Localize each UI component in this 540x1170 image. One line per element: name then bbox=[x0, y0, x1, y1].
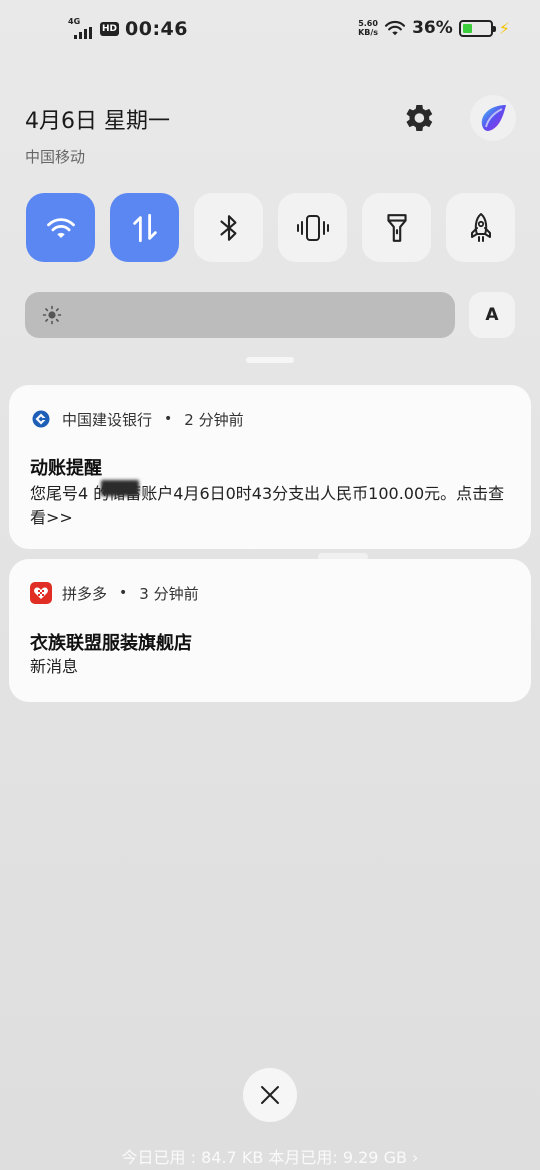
close-icon bbox=[261, 1086, 279, 1104]
brightness-slider[interactable] bbox=[25, 292, 455, 338]
tile-wifi[interactable] bbox=[26, 193, 95, 262]
notification-title: 动账提醒 bbox=[30, 458, 102, 479]
flashlight-icon bbox=[386, 213, 407, 242]
clock: 00:46 bbox=[125, 18, 188, 40]
notification-title: 衣族联盟服装旗舰店 bbox=[30, 633, 192, 654]
clear-notifications-button[interactable] bbox=[243, 1068, 297, 1122]
pinduoduo-icon bbox=[30, 582, 52, 604]
data-transfer-icon bbox=[132, 213, 157, 242]
redaction-mark bbox=[101, 480, 139, 496]
vibrate-icon bbox=[296, 214, 329, 241]
rocket-icon bbox=[470, 212, 491, 242]
separator-dot: • bbox=[119, 585, 128, 601]
tile-vibrate[interactable] bbox=[278, 193, 347, 262]
avatar-icon[interactable] bbox=[470, 95, 516, 141]
notification-app-name: 中国建设银行 bbox=[62, 410, 153, 429]
network-type: 4G bbox=[68, 17, 81, 26]
date-label: 4月6日 星期一 bbox=[25, 109, 170, 134]
battery-percent: 36% bbox=[412, 18, 453, 38]
hd-badge: HD bbox=[100, 22, 120, 36]
notification-ccb[interactable]: 中国建设银行 • 2 分钟前 动账提醒 您尾号4 的储蓄账户4月6日0时43分支… bbox=[9, 385, 531, 549]
separator-dot: • bbox=[164, 411, 173, 427]
network-speed: 5.60 KB/s bbox=[358, 19, 378, 37]
panel-drag-handle[interactable] bbox=[246, 357, 294, 363]
cellular-signal-icon: 4G bbox=[68, 17, 94, 39]
tile-flashlight[interactable] bbox=[362, 193, 431, 262]
notification-time: 2 分钟前 bbox=[184, 410, 244, 429]
ccb-bank-icon bbox=[30, 408, 52, 430]
auto-brightness-button[interactable]: A bbox=[469, 292, 515, 338]
gear-icon[interactable] bbox=[400, 100, 436, 136]
network-speed-unit: KB/s bbox=[358, 28, 379, 37]
data-usage-summary[interactable]: 今日已用 : 84.7 KB 本月已用: 9.29 GB › bbox=[0, 1144, 540, 1168]
quick-settings-tiles bbox=[26, 193, 515, 263]
tile-rocket[interactable] bbox=[446, 193, 515, 262]
sun-icon bbox=[42, 305, 62, 325]
status-bar: 4G HD 00:46 5.60 KB/s 36% ⚡ bbox=[0, 0, 540, 60]
tile-mobile-data[interactable] bbox=[110, 193, 179, 262]
carrier-label: 中国移动 bbox=[25, 148, 86, 166]
wifi-status-icon bbox=[384, 20, 406, 36]
bluetooth-icon bbox=[219, 214, 236, 241]
notification-time: 3 分钟前 bbox=[139, 584, 199, 603]
account-logo-icon bbox=[481, 105, 506, 131]
battery-fill bbox=[462, 23, 473, 33]
tile-bluetooth[interactable] bbox=[194, 193, 263, 262]
notification-app-name: 拼多多 bbox=[62, 584, 108, 603]
lightning-bolt-icon: ⚡ bbox=[498, 18, 510, 38]
battery-icon bbox=[458, 19, 496, 37]
notification-pinduoduo[interactable]: 拼多多 • 3 分钟前 衣族联盟服装旗舰店 新消息 bbox=[9, 559, 531, 702]
notification-body: 新消息 bbox=[30, 657, 79, 676]
network-speed-value: 5.60 bbox=[358, 19, 378, 28]
wifi-icon bbox=[46, 217, 75, 238]
